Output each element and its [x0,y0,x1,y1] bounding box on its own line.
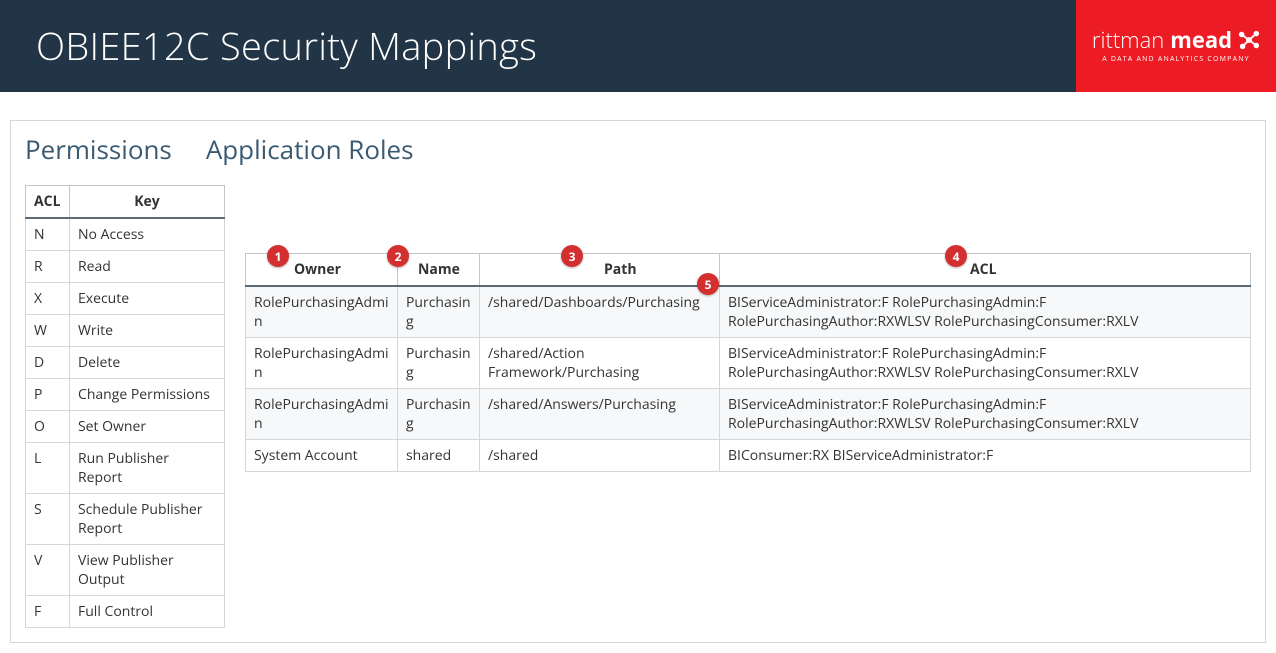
key-row: VView Publisher Output [26,545,225,596]
cell-owner: RolePurchasingAdmin [246,286,398,338]
key-cell-acl: W [26,315,70,347]
table-row: RolePurchasingAdminPurchasing/shared/Act… [246,338,1251,389]
col-header-name: Name [398,254,480,287]
key-row: FFull Control [26,596,225,628]
cell-name: Purchasing [398,389,480,440]
content-area: Permissions Application Roles ACL Key NN… [0,92,1276,653]
key-cell-key: Write [70,315,225,347]
key-cell-acl: R [26,251,70,283]
cell-acl: BIConsumer:RX BIServiceAdministrator:F [720,440,1251,472]
table-row: System Accountshared/sharedBIConsumer:RX… [246,440,1251,472]
key-cell-key: Set Owner [70,411,225,443]
two-column-layout: ACL Key NNo AccessRReadXExecuteWWriteDDe… [25,185,1251,628]
key-cell-key: Read [70,251,225,283]
cell-path: /shared [480,440,720,472]
table-row: RolePurchasingAdminPurchasing/shared/Ans… [246,389,1251,440]
key-cell-key: View Publisher Output [70,545,225,596]
key-cell-acl: D [26,347,70,379]
key-row: SSchedule Publisher Report [26,494,225,545]
key-row: XExecute [26,283,225,315]
data-table-panel: 1 2 3 4 5 Owner Name Path ACL [245,185,1251,472]
cell-acl: BIServiceAdministrator:F RolePurchasingA… [720,338,1251,389]
key-header-key: Key [70,186,225,219]
brand-name: rittman mead [1092,29,1260,51]
key-cell-acl: F [26,596,70,628]
key-cell-acl: L [26,443,70,494]
brand-badge: rittman mead A DATA AND ANALYTICS COMPANY [1076,0,1276,92]
key-cell-key: Run Publisher Report [70,443,225,494]
permissions-key-panel: ACL Key NNo AccessRReadXExecuteWWriteDDe… [25,185,225,628]
permissions-key-table: ACL Key NNo AccessRReadXExecuteWWriteDDe… [25,185,225,628]
key-header-acl: ACL [26,186,70,219]
cell-name: Purchasing [398,338,480,389]
key-row: DDelete [26,347,225,379]
tab-bar: Permissions Application Roles [25,121,1251,185]
key-cell-acl: V [26,545,70,596]
key-row: RRead [26,251,225,283]
key-cell-key: No Access [70,218,225,251]
key-cell-acl: O [26,411,70,443]
key-cell-key: Delete [70,347,225,379]
key-row: PChange Permissions [26,379,225,411]
key-row: OSet Owner [26,411,225,443]
cell-path: /shared/Answers/Purchasing [480,389,720,440]
callout-marker-1: 1 [267,245,289,267]
app-header: OBIEE12C Security Mappings rittman mead A… [0,0,1276,92]
cell-name: Purchasing [398,286,480,338]
callout-marker-5: 5 [697,273,719,295]
key-cell-key: Schedule Publisher Report [70,494,225,545]
cell-owner: RolePurchasingAdmin [246,338,398,389]
cell-path: /shared/Action Framework/Purchasing [480,338,720,389]
tab-application-roles[interactable]: Application Roles [206,131,414,167]
callout-marker-3: 3 [561,245,583,267]
page-title: OBIEE12C Security Mappings [0,20,537,72]
key-cell-acl: P [26,379,70,411]
table-row: RolePurchasingAdminPurchasing/shared/Das… [246,286,1251,338]
tab-permissions[interactable]: Permissions [25,131,172,167]
cell-path: /shared/Dashboards/Purchasing [480,286,720,338]
cell-acl: BIServiceAdministrator:F RolePurchasingA… [720,389,1251,440]
callout-marker-4: 4 [945,245,967,267]
key-cell-acl: N [26,218,70,251]
callout-marker-2: 2 [387,245,409,267]
cell-name: shared [398,440,480,472]
key-cell-key: Execute [70,283,225,315]
brand-tagline: A DATA AND ANALYTICS COMPANY [1102,55,1250,64]
key-row: NNo Access [26,218,225,251]
brand-name-light: rittman [1092,29,1164,51]
cell-acl: BIServiceAdministrator:F RolePurchasingA… [720,286,1251,338]
cell-owner: RolePurchasingAdmin [246,389,398,440]
cell-owner: System Account [246,440,398,472]
report-panel: Permissions Application Roles ACL Key NN… [10,120,1266,643]
key-cell-key: Change Permissions [70,379,225,411]
key-cell-key: Full Control [70,596,225,628]
key-row: LRun Publisher Report [26,443,225,494]
brand-name-bold: mead [1170,29,1232,51]
network-icon [1238,29,1260,51]
col-header-path: Path [480,254,720,287]
key-row: WWrite [26,315,225,347]
key-cell-acl: X [26,283,70,315]
col-header-acl: ACL [720,254,1251,287]
security-mappings-table: Owner Name Path ACL RolePurchasingAdminP… [245,253,1251,472]
key-cell-acl: S [26,494,70,545]
